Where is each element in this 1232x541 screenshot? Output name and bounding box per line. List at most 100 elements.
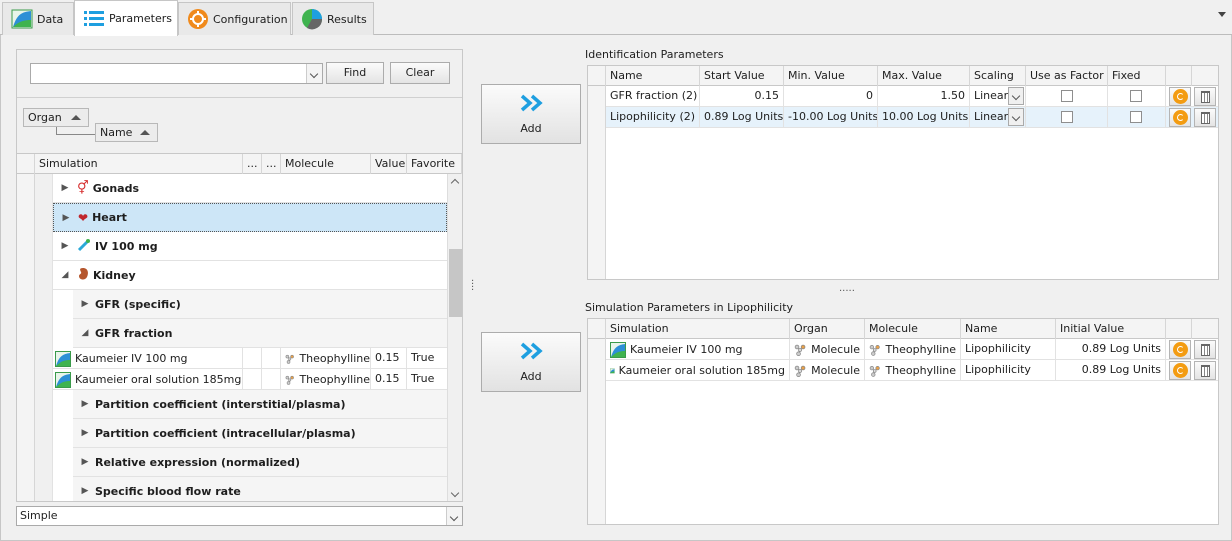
col-use-as-factor[interactable]: Use as Factor [1026, 66, 1108, 86]
view-mode-dropdown-button[interactable] [446, 507, 462, 525]
scaling-dropdown-button[interactable] [1008, 108, 1024, 126]
reset-button[interactable] [1169, 361, 1191, 380]
col-molecule[interactable]: Molecule [281, 154, 371, 174]
col-action-2 [1192, 319, 1218, 339]
tree-node-kidney[interactable]: ◢ Kidney [53, 261, 447, 290]
add-simulation-param-button[interactable]: Add [481, 332, 581, 392]
table-row[interactable]: Kaumeier oral solution 185mg Molecule Th… [606, 360, 1218, 381]
tree-node-gfr-specific[interactable]: ▶ GFR (specific) [73, 290, 447, 319]
horizontal-splitter-handle[interactable]: ····· [839, 286, 855, 297]
simulation-name: Kaumeier oral solution 185mg [75, 372, 242, 386]
col-simulation[interactable]: Simulation [35, 154, 243, 174]
table-row[interactable]: GFR fraction (2) 0.15 0 1.50 Linear [606, 86, 1218, 107]
col-extra-1[interactable]: ... [243, 154, 262, 174]
chevron-down-icon [1011, 91, 1021, 101]
cell-favorite[interactable]: True [407, 369, 447, 390]
add-label: Add [520, 122, 542, 135]
table-row[interactable]: Kaumeier IV 100 mg Molecule Theophylline… [606, 339, 1218, 360]
expand-arrow-icon[interactable]: ▶ [79, 486, 91, 496]
col-value[interactable]: Value [371, 154, 407, 174]
table-row[interactable]: Lipophilicity (2) 0.89 Log Units -10.00 … [606, 107, 1218, 128]
tree-node-iv[interactable]: ▶ IV 100 mg [53, 232, 447, 261]
tab-configuration[interactable]: Configuration [178, 2, 291, 35]
find-button[interactable]: Find [326, 62, 384, 84]
col-initial-value[interactable]: Initial Value [1056, 319, 1166, 339]
tree-node-gonads[interactable]: ▶ ⚥ Gonads [53, 174, 447, 203]
col-organ[interactable]: Organ [790, 319, 865, 339]
cell-min-value[interactable]: -10.00 Log Units [784, 107, 878, 128]
expand-arrow-icon[interactable]: ▶ [79, 299, 91, 309]
cell-max-value[interactable]: 1.50 [878, 86, 970, 107]
group-by-name-label: Name [100, 126, 133, 139]
tab-overflow-arrow-icon[interactable] [1218, 12, 1226, 17]
col-name[interactable]: Name [961, 319, 1056, 339]
use-as-factor-checkbox[interactable] [1061, 90, 1073, 102]
group-by-name[interactable]: Name [95, 123, 158, 142]
group-by-organ[interactable]: Organ [23, 108, 89, 127]
collapse-arrow-icon[interactable]: ◢ [59, 270, 71, 280]
tree-node-heart[interactable]: ▶ ❤ Heart [53, 203, 447, 232]
table-row[interactable]: Kaumeier IV 100 mg Theophylline 0.15 Tru… [53, 348, 447, 369]
cell-start-value[interactable]: 0.15 [700, 86, 784, 107]
tree-indent [35, 174, 53, 501]
cell-start-value[interactable]: 0.89 Log Units [700, 107, 784, 128]
simulation-icon [55, 371, 71, 388]
scaling-dropdown-button[interactable] [1008, 87, 1024, 105]
search-input[interactable] [30, 63, 323, 84]
col-molecule[interactable]: Molecule [865, 319, 961, 339]
tree-node-blood-flow[interactable]: ▶ Specific blood flow rate [73, 477, 447, 501]
tree-node-gfr-fraction[interactable]: ◢ GFR fraction [73, 319, 447, 348]
tree-node-relative-expression[interactable]: ▶ Relative expression (normalized) [73, 448, 447, 477]
tree-node-partition-interstitial[interactable]: ▶ Partition coefficient (interstitial/pl… [73, 390, 447, 419]
list-icon [83, 8, 105, 30]
delete-button[interactable] [1194, 87, 1216, 106]
cell-min-value[interactable]: 0 [784, 86, 878, 107]
expand-arrow-icon[interactable]: ▶ [79, 457, 91, 467]
tab-results[interactable]: Results [292, 2, 374, 35]
reset-button[interactable] [1169, 108, 1191, 127]
clear-button[interactable]: Clear [390, 62, 450, 84]
vertical-splitter-handle[interactable]: · · · · [471, 277, 475, 296]
scrollbar-thumb[interactable] [449, 249, 462, 317]
delete-button[interactable] [1194, 108, 1216, 127]
col-scaling[interactable]: Scaling [970, 66, 1026, 86]
tree-scrollbar[interactable] [447, 174, 462, 501]
view-mode-select[interactable]: Simple [16, 506, 463, 526]
search-dropdown-button[interactable] [306, 64, 322, 83]
col-name[interactable]: Name [606, 66, 700, 86]
tree-node-partition-intracellular[interactable]: ▶ Partition coefficient (intracellular/p… [73, 419, 447, 448]
tab-data[interactable]: Data [2, 2, 74, 35]
reset-button[interactable] [1169, 340, 1191, 359]
col-simulation[interactable]: Simulation [606, 319, 790, 339]
scroll-up-icon[interactable] [450, 178, 460, 188]
col-favorite[interactable]: Favorite [407, 154, 462, 174]
col-extra-2[interactable]: ... [262, 154, 281, 174]
cell-extra-1 [243, 348, 262, 369]
col-start-value[interactable]: Start Value [700, 66, 784, 86]
expand-arrow-icon[interactable]: ▶ [79, 428, 91, 438]
reset-button[interactable] [1169, 87, 1191, 106]
fixed-checkbox[interactable] [1130, 111, 1142, 123]
expand-arrow-icon[interactable]: ▶ [79, 399, 91, 409]
cell-scaling[interactable]: Linear [970, 86, 1026, 107]
col-min-value[interactable]: Min. Value [784, 66, 878, 86]
fixed-checkbox[interactable] [1130, 90, 1142, 102]
collapse-arrow-icon[interactable]: ◢ [79, 328, 91, 338]
use-as-factor-checkbox[interactable] [1061, 111, 1073, 123]
simulation-icon [610, 368, 615, 373]
table-row[interactable]: Kaumeier oral solution 185mg Theophyllin… [53, 369, 447, 390]
cell-scaling[interactable]: Linear [970, 107, 1026, 128]
delete-button[interactable] [1194, 361, 1216, 380]
col-fixed[interactable]: Fixed [1108, 66, 1166, 86]
col-max-value[interactable]: Max. Value [878, 66, 970, 86]
scaling-value: Linear [974, 89, 1009, 102]
scroll-down-icon[interactable] [450, 488, 460, 498]
expand-arrow-icon[interactable]: ▶ [59, 241, 71, 251]
expand-arrow-icon[interactable]: ▶ [60, 213, 72, 223]
add-identification-button[interactable]: Add [481, 84, 581, 144]
delete-button[interactable] [1194, 340, 1216, 359]
cell-max-value[interactable]: 10.00 Log Units [878, 107, 970, 128]
tab-parameters[interactable]: Parameters [74, 0, 178, 36]
cell-favorite[interactable]: True [407, 348, 447, 369]
expand-arrow-icon[interactable]: ▶ [59, 183, 71, 193]
